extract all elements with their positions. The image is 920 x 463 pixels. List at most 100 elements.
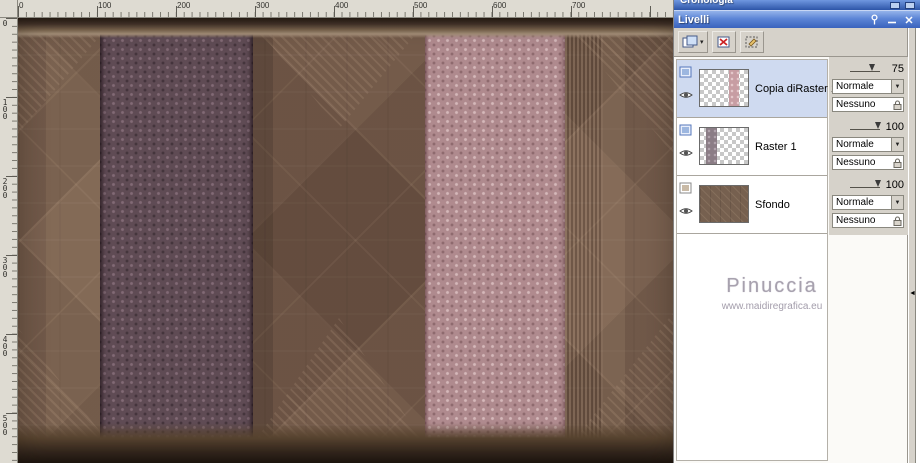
ruler-corner — [0, 0, 18, 18]
close-icon[interactable] — [901, 13, 916, 26]
close-icon[interactable] — [905, 2, 915, 9]
lock-icon — [893, 100, 902, 111]
layer-row-sfondo[interactable]: Sfondo — [677, 176, 827, 234]
lock-icon — [893, 216, 902, 227]
raster-layer-type-icon — [679, 66, 697, 81]
canvas-lace-strip-pink — [425, 18, 565, 463]
canvas-hatch-triangle — [18, 328, 113, 448]
layer-thumbnail[interactable] — [699, 127, 749, 165]
ruler-label: 700 — [572, 1, 586, 10]
layer-name: Copia diRaster 1 — [755, 82, 837, 95]
layer-name: Sfondo — [755, 198, 790, 211]
background-layer-type-icon — [679, 182, 697, 197]
ruler-label: 500 — [414, 1, 428, 10]
layer-row-copia-di-raster-1[interactable]: Copia diRaster 1 — [677, 60, 837, 118]
layer-controls-copia: 75 Normale ▼ Nessuno — [832, 59, 904, 117]
blend-mode-dropdown[interactable]: Normale ▼ — [832, 137, 904, 152]
raster-layer-type-icon — [679, 124, 697, 139]
layers-palette-toolbar: ▾ — [674, 28, 908, 57]
ruler-label: 100 — [2, 98, 8, 121]
ruler-label: 400 — [335, 1, 349, 10]
opacity-value[interactable]: 100 — [884, 179, 904, 191]
canvas-light-column — [46, 18, 102, 463]
image-canvas[interactable] — [18, 18, 673, 463]
pushpin-icon[interactable] — [890, 2, 900, 9]
blend-mode-dropdown[interactable]: Normale ▼ — [832, 79, 904, 94]
chevron-down-icon[interactable]: ▼ — [891, 196, 903, 209]
delete-layer-button[interactable] — [711, 31, 736, 53]
canvas-mid-column — [273, 18, 425, 463]
chevron-down-icon[interactable]: ▼ — [891, 80, 903, 93]
chevron-down-icon[interactable]: ▼ — [891, 138, 903, 151]
link-set-dropdown[interactable]: Nessuno — [832, 155, 904, 170]
layers-palette-titlebar[interactable]: Livelli — [674, 10, 920, 28]
panel-gutter — [916, 28, 920, 463]
layers-list: Copia diRaster 1 Raster 1 Sfondo — [676, 59, 837, 461]
opacity-value[interactable]: 75 — [884, 63, 904, 75]
canvas-plaid-base — [18, 18, 673, 463]
canvas-hatch-triangle — [566, 24, 673, 154]
ruler-label: 500 — [2, 414, 8, 437]
palette-collapse-strip[interactable]: ◄ — [908, 28, 916, 463]
link-set-value: Nessuno — [836, 215, 876, 226]
collapse-arrow-icon[interactable]: ◄ — [909, 290, 916, 297]
ruler-label: 0 — [2, 19, 8, 28]
canvas-hatch-triangle — [254, 24, 424, 129]
ruler-label: 600 — [493, 1, 507, 10]
layer-controls-raster-1: 100 Normale ▼ Nessuno — [832, 117, 904, 175]
rollup-icon[interactable] — [884, 13, 899, 26]
opacity-value[interactable]: 100 — [884, 121, 904, 133]
opacity-slider[interactable] — [850, 179, 882, 190]
canvas-vignette — [18, 18, 673, 463]
ruler-label: 400 — [2, 335, 8, 358]
canvas-lace-strip-dark — [100, 18, 253, 463]
visibility-eye-icon[interactable] — [679, 148, 697, 161]
opacity-slider[interactable] — [850, 121, 882, 132]
link-set-dropdown[interactable]: Nessuno — [832, 97, 904, 112]
background-palette-titlebar[interactable]: Cronologia — [674, 0, 920, 10]
canvas-hatch-triangle — [568, 313, 673, 448]
visibility-eye-icon[interactable] — [679, 206, 697, 219]
canvas-dark-column — [253, 18, 273, 463]
layer-row-raster-1[interactable]: Raster 1 — [677, 118, 827, 176]
ruler-label: 300 — [256, 1, 270, 10]
layer-name: Raster 1 — [755, 140, 797, 153]
canvas-top-band — [18, 18, 673, 38]
blend-mode-value: Normale — [836, 197, 874, 208]
layer-thumbnail[interactable] — [699, 185, 749, 223]
new-raster-layer-icon — [682, 35, 698, 48]
new-layer-button[interactable]: ▾ — [678, 31, 708, 53]
ruler-label: 100 — [98, 1, 112, 10]
blend-mode-value: Normale — [836, 81, 874, 92]
pushpin-icon[interactable] — [867, 13, 882, 26]
background-palette-title: Cronologia — [680, 0, 733, 6]
ruler-label: 0 — [19, 1, 24, 10]
palettes-dock: Cronologia Livelli ▾ Copia diRaster 1 Ra… — [673, 0, 920, 463]
canvas-light-column — [603, 18, 625, 463]
blend-mode-dropdown[interactable]: Normale ▼ — [832, 195, 904, 210]
document-window: 0 100 200 300 400 500 600 700 0 100 200 … — [0, 0, 673, 463]
blend-mode-value: Normale — [836, 139, 874, 150]
canvas-stripe-column — [565, 18, 603, 463]
opacity-slider[interactable] — [850, 63, 880, 74]
dropdown-arrow-icon[interactable]: ▾ — [700, 39, 704, 46]
link-set-value: Nessuno — [836, 99, 876, 110]
ruler-label: 300 — [2, 256, 8, 279]
palette-title: Livelli — [678, 13, 710, 26]
edit-selection-icon — [745, 36, 758, 48]
ruler-label: 200 — [2, 177, 8, 200]
visibility-eye-icon[interactable] — [679, 90, 697, 103]
edit-selection-button[interactable] — [739, 31, 764, 53]
layers-palette-content: Copia diRaster 1 Raster 1 Sfondo 75 Norm… — [674, 57, 908, 463]
canvas-hatch-triangle — [18, 24, 110, 134]
link-set-dropdown[interactable]: Nessuno — [832, 213, 904, 228]
canvas-bottom-band — [18, 423, 673, 463]
layer-controls-sfondo: 100 Normale ▼ Nessuno — [832, 175, 904, 233]
canvas-hatch-triangle — [254, 318, 424, 443]
layer-thumbnail[interactable] — [699, 69, 749, 107]
delete-layer-icon — [717, 36, 730, 48]
lock-icon — [893, 158, 902, 169]
ruler-label: 200 — [177, 1, 191, 10]
horizontal-ruler[interactable]: 0 100 200 300 400 500 600 700 — [18, 0, 673, 18]
vertical-ruler[interactable]: 0 100 200 300 400 500 — [0, 18, 18, 463]
